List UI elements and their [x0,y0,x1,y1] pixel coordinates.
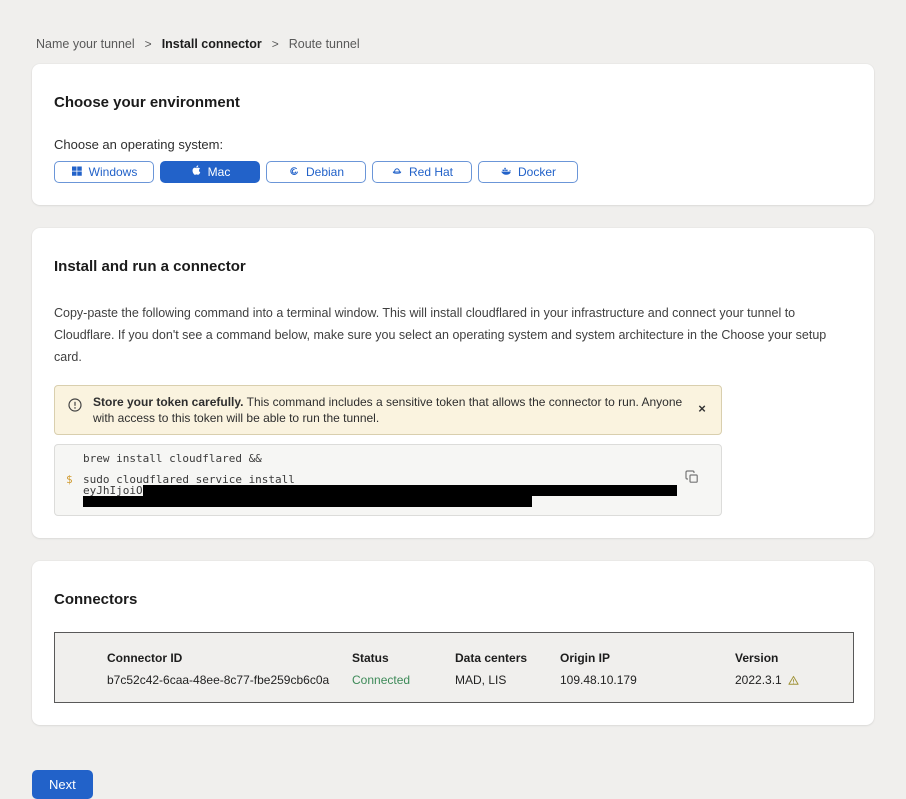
os-button-docker[interactable]: Docker [478,161,578,183]
origin-ip-value: 109.48.10.179 [560,673,735,687]
version-value: 2022.3.1 [735,673,853,687]
os-button-label: Red Hat [409,165,453,179]
environment-card-title: Choose your environment [54,94,852,111]
docker-icon [500,165,512,180]
connectors-card: Connectors Connector ID Status Data cent… [32,561,874,725]
data-centers-value: MAD, LIS [455,673,560,687]
code-line-token: eyJhIjoiO [55,485,681,496]
connectors-table-header: Connector ID Status Data centers Origin … [107,651,853,665]
copy-icon[interactable] [684,469,700,485]
os-button-label: Mac [208,165,231,179]
token-prefix: eyJhIjoiO [83,485,143,496]
install-card-title: Install and run a connector [54,258,852,275]
os-button-label: Docker [518,165,556,179]
breadcrumb-step-route-tunnel[interactable]: Route tunnel [289,37,360,51]
status-badge: Connected [352,673,455,687]
windows-icon [71,165,83,180]
breadcrumb-step-name-tunnel[interactable]: Name your tunnel [36,37,135,51]
close-icon[interactable]: × [693,400,711,418]
col-header-origin-ip: Origin IP [560,651,735,665]
install-connector-card: Install and run a connector Copy-paste t… [32,228,874,538]
connector-row: b7c52c42-6caa-48ee-8c77-fbe259cb6c0a Con… [107,673,853,687]
col-header-version: Version [735,651,853,665]
code-line-service-install: sudo cloudflared service install [55,474,681,485]
install-description: Copy-paste the following command into a … [54,302,852,368]
token-warning-bold: Store your token carefully. [93,395,244,409]
code-line-brew: brew install cloudflared && [55,453,681,464]
connector-id-value: b7c52c42-6caa-48ee-8c77-fbe259cb6c0a [107,673,352,687]
col-header-connector-id: Connector ID [107,651,352,665]
redacted-token-bar [83,496,532,507]
apple-icon [190,165,202,180]
os-button-windows[interactable]: Windows [54,161,154,183]
os-button-label: Debian [306,165,344,179]
debian-icon [288,165,300,180]
os-button-label: Windows [89,165,138,179]
col-header-status: Status [352,651,455,665]
breadcrumb-separator: > [272,37,279,51]
breadcrumb-separator: > [145,37,152,51]
os-select-label: Choose an operating system: [54,137,852,152]
os-button-debian[interactable]: Debian [266,161,366,183]
os-button-mac[interactable]: Mac [160,161,260,183]
redacted-token-bar [143,485,677,496]
token-warning-text: Store your token carefully. This command… [93,394,685,426]
warning-triangle-icon [787,674,800,687]
token-warning-banner: Store your token carefully. This command… [54,385,722,435]
next-button[interactable]: Next [32,770,93,799]
shell-prompt: $ [66,474,73,485]
connectors-table: Connector ID Status Data centers Origin … [54,632,854,703]
redhat-icon [391,165,403,180]
os-button-group: Windows Mac Debian Red Hat Docker [54,161,852,183]
install-command-codeblock: brew install cloudflared && $ sudo cloud… [54,444,722,516]
breadcrumb-step-install-connector[interactable]: Install connector [162,37,262,51]
col-header-data-centers: Data centers [455,651,560,665]
alert-circle-icon [67,397,83,413]
version-number: 2022.3.1 [735,673,782,687]
breadcrumb: Name your tunnel > Install connector > R… [0,0,906,64]
connectors-card-title: Connectors [54,591,852,608]
choose-environment-card: Choose your environment Choose an operat… [32,64,874,205]
os-button-redhat[interactable]: Red Hat [372,161,472,183]
